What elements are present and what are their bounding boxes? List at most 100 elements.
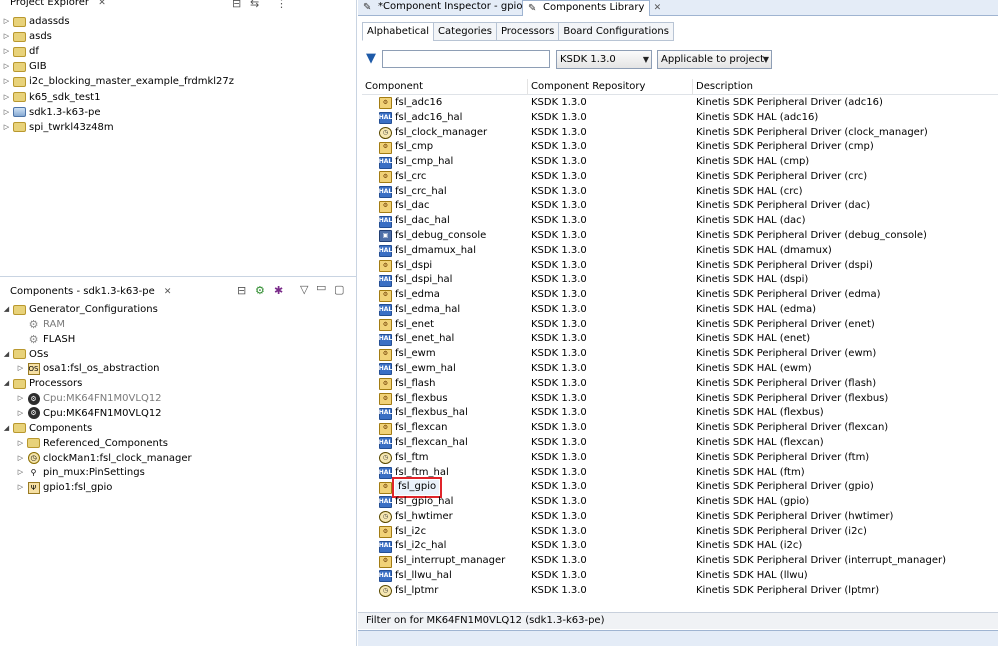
menu-icon[interactable]: ⋮ (276, 0, 287, 10)
table-row[interactable]: ⚙ fsl_enet KSDK 1.3.0 Kinetis SDK Periphera… (362, 318, 998, 333)
table-row[interactable]: ⚙ fsl_flash KSDK 1.3.0 Kinetis SDK Peripher… (362, 377, 998, 392)
collapse-icon[interactable]: ◢ (2, 424, 11, 433)
table-row[interactable]: HAL fsl_flexcan_hal KSDK 1.3.0 Kinetis SDK … (362, 436, 998, 451)
sdk-version-select[interactable]: KSDK 1.3.0 ▼ (556, 50, 652, 69)
close-icon[interactable]: ✕ (164, 284, 172, 301)
collapse-icon[interactable]: ◢ (2, 379, 11, 388)
tab-alphabetical[interactable]: Alphabetical (362, 22, 434, 41)
table-row[interactable]: ◷ fsl_hwtimer KSDK 1.3.0 Kinetis SDK Periph… (362, 510, 998, 525)
component-tree-item[interactable]: ▷ OS osa1:fsl_os_abstraction (16, 361, 160, 376)
table-row[interactable]: HAL fsl_i2c_hal KSDK 1.3.0 Kinetis SDK HAL … (362, 539, 998, 554)
project-item[interactable]: ▷ GIB (2, 59, 47, 74)
component-tree-item[interactable]: ▷ Referenced_Components (16, 436, 168, 451)
table-row[interactable]: ⚙ fsl_dac KSDK 1.3.0 Kinetis SDK Peripheral… (362, 199, 998, 214)
project-item[interactable]: ▷ df (2, 44, 39, 59)
expand-icon[interactable]: ▷ (16, 468, 25, 477)
project-explorer-tab[interactable]: Project Explorer ✕ (0, 0, 106, 12)
project-item[interactable]: ▷ asds (2, 29, 52, 44)
expand-icon[interactable]: ▷ (16, 364, 25, 373)
table-row[interactable]: HAL fsl_enet_hal KSDK 1.3.0 Kinetis SDK HAL… (362, 332, 998, 347)
table-row[interactable]: ⚙ fsl_edma KSDK 1.3.0 Kinetis SDK Periphera… (362, 288, 998, 303)
expand-icon[interactable]: ▷ (2, 62, 11, 71)
expand-icon[interactable]: ▷ (2, 47, 11, 56)
expand-icon[interactable]: ▷ (16, 483, 25, 492)
table-row[interactable]: HAL fsl_cmp_hal KSDK 1.3.0 Kinetis SDK HAL … (362, 155, 998, 170)
expand-icon[interactable]: ▷ (16, 454, 25, 463)
component-wizard-icon[interactable]: ✱ (274, 284, 283, 297)
table-row[interactable]: ◷ fsl_clock_manager KSDK 1.3.0 Kinetis SDK … (362, 126, 998, 141)
component-tree-item[interactable]: ◢ Components (2, 421, 92, 436)
table-row[interactable]: HAL fsl_adc16_hal KSDK 1.3.0 Kinetis SDK HA… (362, 111, 998, 126)
table-row[interactable]: HAL fsl_edma_hal KSDK 1.3.0 Kinetis SDK HAL… (362, 303, 998, 318)
table-row[interactable]: HAL fsl_llwu_hal KSDK 1.3.0 Kinetis SDK HAL… (362, 569, 998, 584)
column-header-repository[interactable]: Component Repository (528, 79, 693, 95)
expand-icon[interactable]: ▷ (2, 108, 11, 117)
table-row[interactable]: HAL fsl_dac_hal KSDK 1.3.0 Kinetis SDK HAL … (362, 214, 998, 229)
component-tree-item[interactable]: ▷ ⚙ Cpu:MK64FN1M0VLQ12 (16, 391, 162, 406)
scope-select[interactable]: Applicable to project ▼ (657, 50, 772, 69)
maximize-icon[interactable]: ▢ (334, 283, 344, 296)
view-menu-icon[interactable]: ▽ (300, 283, 308, 296)
tab-board-configurations[interactable]: Board Configurations (558, 22, 674, 41)
component-tree-item[interactable]: ▷ ⚙ Cpu:MK64FN1M0VLQ12 (16, 406, 162, 421)
component-tree-item[interactable]: ◢ OSs (2, 347, 49, 362)
table-row[interactable]: HAL fsl_dspi_hal KSDK 1.3.0 Kinetis SDK HAL… (362, 273, 998, 288)
table-row[interactable]: ⚙ fsl_i2c KSDK 1.3.0 Kinetis SDK Peripheral… (362, 525, 998, 540)
minimize-icon[interactable]: ▭ (316, 281, 326, 294)
table-row[interactable]: ⚙ fsl_crc KSDK 1.3.0 Kinetis SDK Peripheral… (362, 170, 998, 185)
table-row[interactable]: ◷ fsl_lptmr KSDK 1.3.0 Kinetis SDK Peripher… (362, 584, 998, 599)
expand-icon[interactable]: ▷ (2, 32, 11, 41)
expand-icon[interactable]: ▷ (16, 394, 25, 403)
generate-code-icon[interactable]: ⚙ (255, 284, 265, 297)
component-tree-item[interactable]: ▷ Ψgpio1:fsl_gpio (16, 480, 112, 495)
table-row[interactable]: HAL fsl_crc_hal KSDK 1.3.0 Kinetis SDK HAL … (362, 185, 998, 200)
table-row[interactable]: ⚙ fsl_dspi KSDK 1.3.0 Kinetis SDK Periphera… (362, 259, 998, 274)
tab-component-inspector[interactable]: ✎ *Component Inspector - gpio1 (358, 0, 529, 16)
components-view-tab[interactable]: Components - sdk1.3-k63-pe ✕ (0, 283, 172, 301)
table-row[interactable]: ⚙ fsl_flexcan KSDK 1.3.0 Kinetis SDK Periph… (362, 421, 998, 436)
table-row[interactable]: HAL fsl_flexbus_hal KSDK 1.3.0 Kinetis SDK … (362, 406, 998, 421)
table-row[interactable]: ⚙ fsl_flexbus KSDK 1.3.0 Kinetis SDK Periph… (362, 392, 998, 407)
expand-icon[interactable]: ▷ (16, 439, 25, 448)
collapse-all-icon[interactable]: ⊟ (232, 0, 241, 10)
table-row[interactable]: HAL fsl_gpio_hal KSDK 1.3.0 Kinetis SDK HAL… (362, 495, 998, 510)
expand-icon[interactable]: ▷ (16, 409, 25, 418)
expand-icon[interactable]: ▷ (2, 77, 11, 86)
table-row[interactable]: ⚙ fsl_interrupt_manager KSDK 1.3.0 Kinetis … (362, 554, 998, 569)
close-icon[interactable]: ✕ (98, 0, 106, 12)
expand-icon[interactable]: ▷ (2, 93, 11, 102)
link-editor-icon[interactable]: ⇆ (250, 0, 259, 10)
component-tree-item[interactable]: ◢ Generator_Configurations (2, 302, 158, 317)
component-tree-item[interactable]: ▷ ⚲ pin_mux:PinSettings (16, 465, 145, 480)
collapse-icon[interactable]: ◢ (2, 350, 11, 359)
tab-processors[interactable]: Processors (495, 22, 559, 41)
collapse-all-icon[interactable]: ⊟ (237, 284, 246, 297)
table-row[interactable]: ⚙ fsl_cmp KSDK 1.3.0 Kinetis SDK Peripheral… (362, 140, 998, 155)
component-tree-item[interactable]: ⚙ RAM (16, 317, 65, 332)
component-tree-item[interactable]: ▷ ◷ clockMan1:fsl_clock_manager (16, 451, 192, 466)
tab-components-library[interactable]: ✎ Components Library ✕ (522, 0, 661, 16)
table-row[interactable]: ⚙ fsl_gpio KSDK 1.3.0 Kinetis SDK Periphera… (362, 477, 998, 499)
table-row[interactable]: ⚙ fsl_adc16 KSDK 1.3.0 Kinetis SDK Peripher… (362, 96, 998, 111)
collapse-icon[interactable]: ◢ (2, 305, 11, 314)
close-icon[interactable]: ✕ (654, 3, 662, 13)
component-tree-item[interactable]: ⚙ FLASH (16, 332, 76, 347)
expand-icon[interactable]: ▷ (2, 17, 11, 26)
tab-categories[interactable]: Categories (433, 22, 496, 41)
table-row[interactable]: HAL fsl_dmamux_hal KSDK 1.3.0 Kinetis SDK H… (362, 244, 998, 259)
expand-icon[interactable]: ▷ (2, 123, 11, 132)
table-row[interactable]: ⚙ fsl_ewm KSDK 1.3.0 Kinetis SDK Peripheral… (362, 347, 998, 362)
table-row[interactable]: ▣ fsl_debug_console KSDK 1.3.0 Kinetis SDK … (362, 229, 998, 244)
table-row[interactable]: HAL fsl_ftm_hal KSDK 1.3.0 Kinetis SDK HAL … (362, 466, 998, 481)
project-item[interactable]: ▷ k65_sdk_test1 (2, 90, 101, 105)
table-row[interactable]: HAL fsl_ewm_hal KSDK 1.3.0 Kinetis SDK HAL … (362, 362, 998, 377)
project-item[interactable]: ▷ spi_twrkl43z48m (2, 120, 114, 135)
project-item[interactable]: ▷ adassds (2, 14, 70, 29)
filter-icon[interactable]: ▼ (366, 51, 376, 66)
column-header-description[interactable]: Description (693, 79, 998, 95)
component-tree-item[interactable]: ◢ Processors (2, 376, 83, 391)
project-item[interactable]: ▷ i2c_blocking_master_example_frdmkl27z (2, 74, 234, 89)
column-header-component[interactable]: Component (362, 79, 528, 95)
table-row[interactable]: ◷ fsl_ftm KSDK 1.3.0 Kinetis SDK Peripheral… (362, 451, 998, 466)
project-item[interactable]: ▷ sdk1.3-k63-pe (2, 105, 101, 120)
